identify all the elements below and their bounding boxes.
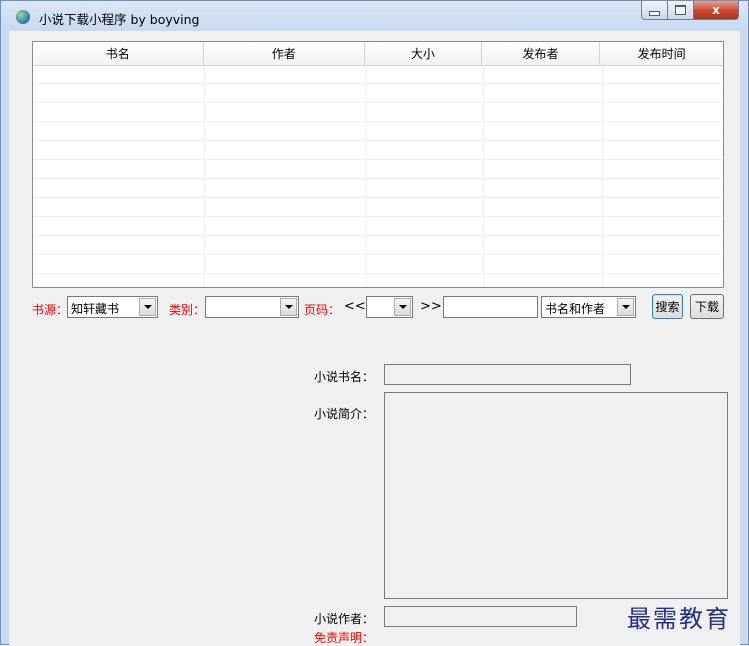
table-row[interactable] <box>33 122 723 141</box>
window-controls: x <box>641 1 739 22</box>
table-row[interactable] <box>33 198 723 217</box>
column-header-publisher[interactable]: 发布者 <box>482 42 601 65</box>
maximize-button[interactable] <box>668 1 694 20</box>
prev-page-button[interactable]: << <box>344 299 366 314</box>
disclaimer-label: 免责声明： <box>314 631 375 645</box>
novel-intro-label: 小说简介： <box>314 407 375 421</box>
search-mode-select[interactable]: 书名和作者 <box>541 296 636 318</box>
close-icon: x <box>712 3 720 17</box>
table-row[interactable] <box>33 103 723 122</box>
table-row[interactable] <box>33 236 723 255</box>
column-header-publish-time[interactable]: 发布时间 <box>600 42 723 65</box>
category-label: 类别： <box>169 303 206 317</box>
app-window: 小说下载小程序 by boyving x 书名 作者 大小 发布者 发布时间 书… <box>0 0 749 646</box>
watermark-text: 最需教育 <box>627 605 731 633</box>
category-select[interactable] <box>205 296 299 318</box>
table-row[interactable] <box>33 84 723 103</box>
column-header-author[interactable]: 作者 <box>204 42 366 65</box>
search-mode-value: 书名和作者 <box>545 302 606 316</box>
table-header: 书名 作者 大小 发布者 发布时间 <box>33 42 723 66</box>
source-select[interactable]: 知轩藏书 <box>67 296 158 318</box>
chevron-down-icon[interactable] <box>617 298 634 316</box>
search-input[interactable] <box>443 296 538 318</box>
source-select-value: 知轩藏书 <box>71 302 120 316</box>
window-title: 小说下载小程序 by boyving <box>39 12 200 27</box>
table-row[interactable] <box>33 179 723 198</box>
results-table[interactable]: 书名 作者 大小 发布者 发布时间 <box>32 41 724 288</box>
chevron-down-icon[interactable] <box>394 298 411 316</box>
table-row[interactable] <box>33 255 723 274</box>
search-toolbar: 书源： 知轩藏书 类别： 页码： << >> 书名和作者 搜索 下载 <box>32 294 732 322</box>
novel-intro-field[interactable] <box>384 392 728 599</box>
minimize-icon <box>649 10 660 16</box>
chevron-down-icon[interactable] <box>280 298 297 316</box>
table-row[interactable] <box>33 65 723 84</box>
source-label: 书源： <box>32 303 69 317</box>
novel-name-label: 小说书名： <box>314 370 375 384</box>
chevron-down-icon[interactable] <box>139 298 156 316</box>
globe-icon <box>16 10 30 24</box>
title-bar[interactable]: 小说下载小程序 by boyving x <box>1 1 748 31</box>
table-row[interactable] <box>33 217 723 236</box>
next-page-button[interactable]: >> <box>420 299 442 314</box>
client-area: 书名 作者 大小 发布者 发布时间 书源： 知轩藏书 类别： 页码： << >>… <box>9 31 740 646</box>
page-label: 页码： <box>304 303 341 317</box>
download-button[interactable]: 下载 <box>690 294 724 319</box>
table-row[interactable] <box>33 160 723 179</box>
close-button[interactable]: x <box>694 1 739 20</box>
maximize-icon <box>675 5 686 15</box>
search-button[interactable]: 搜索 <box>652 294 683 319</box>
table-row[interactable] <box>33 274 723 287</box>
table-row[interactable] <box>33 141 723 160</box>
minimize-button[interactable] <box>641 1 668 20</box>
page-select[interactable] <box>366 296 413 318</box>
column-header-size[interactable]: 大小 <box>365 42 482 65</box>
novel-author-field[interactable] <box>384 606 577 627</box>
column-header-title[interactable]: 书名 <box>33 42 204 65</box>
novel-name-field[interactable] <box>384 364 631 385</box>
novel-author-label: 小说作者： <box>314 612 375 626</box>
